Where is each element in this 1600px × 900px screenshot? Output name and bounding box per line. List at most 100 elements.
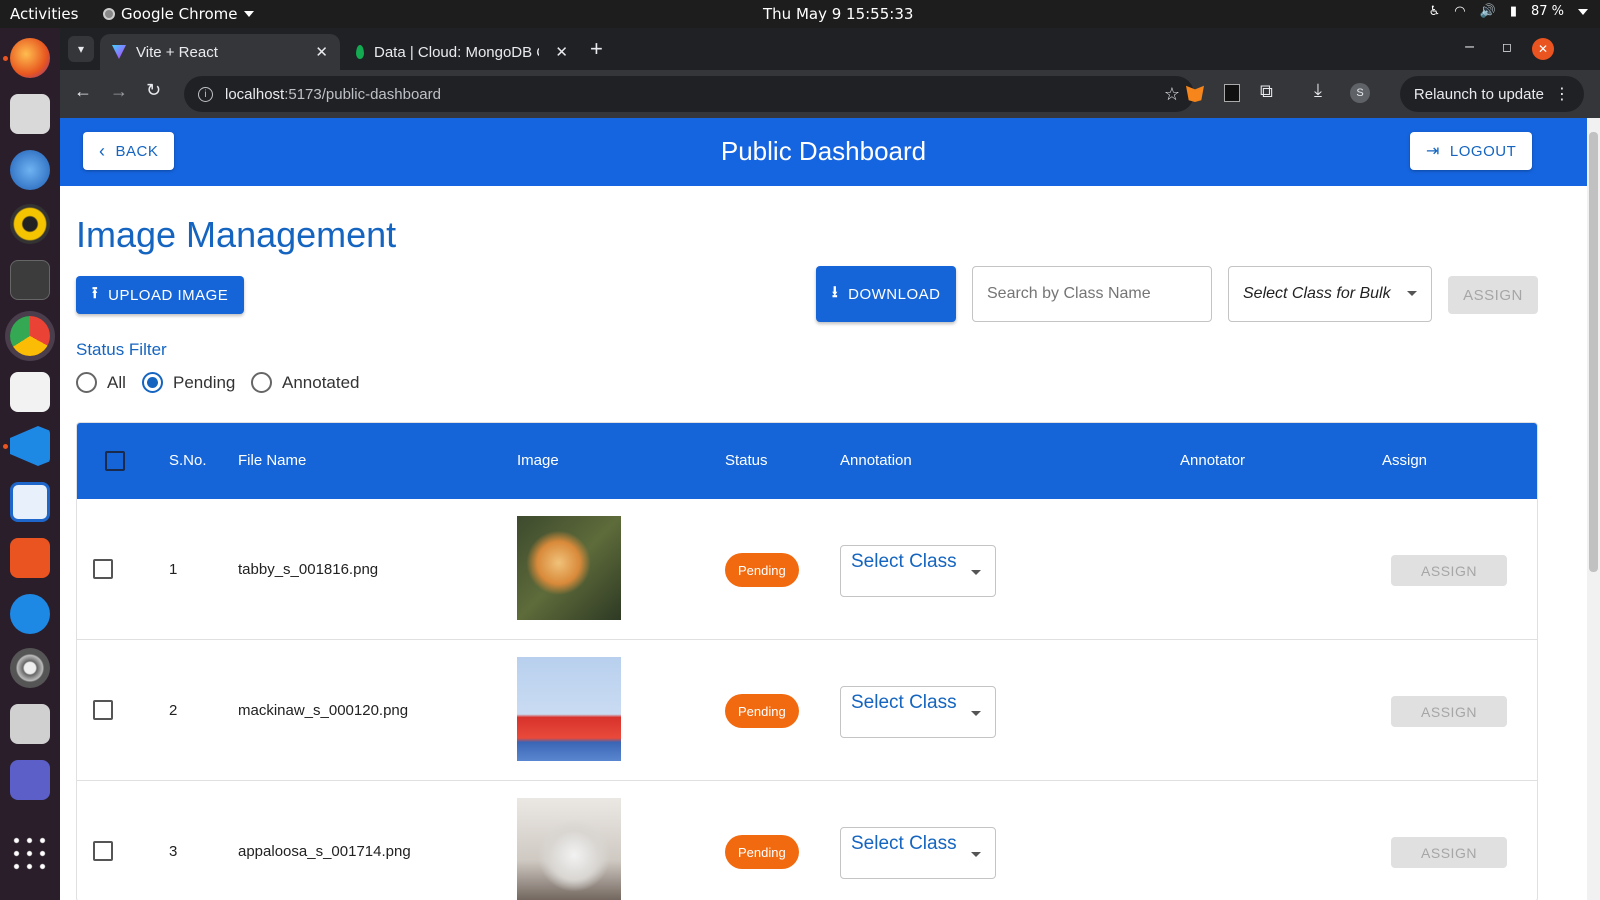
tab-mongodb[interactable]: Data | Cloud: MongoDB C ✕ bbox=[344, 34, 574, 70]
new-tab-button[interactable]: + bbox=[590, 36, 603, 62]
bookmark-star-icon[interactable]: ☆ bbox=[1164, 84, 1180, 105]
scrollbar-thumb[interactable] bbox=[1589, 132, 1598, 572]
logout-button[interactable]: ⇥ LOGOUT bbox=[1410, 132, 1533, 170]
accessibility-icon[interactable]: ♿ bbox=[1429, 4, 1441, 19]
page-viewport: ‹ BACK Public Dashboard ⇥ LOGOUT Image M… bbox=[60, 118, 1600, 900]
radio-pending[interactable]: Pending bbox=[142, 372, 235, 393]
caret-down-icon bbox=[971, 711, 981, 716]
table-row: 1 tabby_s_001816.png Pending Select Clas… bbox=[77, 499, 1537, 640]
thunderbird-icon[interactable] bbox=[10, 150, 50, 190]
row-assign-button[interactable]: ASSIGN bbox=[1391, 837, 1507, 868]
chrome-icon[interactable] bbox=[10, 316, 50, 356]
back-arrow-icon[interactable]: ← bbox=[74, 81, 92, 102]
select-all-checkbox[interactable] bbox=[105, 451, 125, 471]
search-class-input[interactable]: Search by Class Name bbox=[972, 266, 1212, 322]
close-window-button[interactable]: ✕ bbox=[1532, 38, 1554, 60]
terminal-icon[interactable] bbox=[10, 260, 50, 300]
assign-label: ASSIGN bbox=[1421, 562, 1477, 579]
writer-icon[interactable] bbox=[10, 482, 50, 522]
system-tray[interactable]: ♿ ◠ 🔊 ▮ 87 % bbox=[1429, 4, 1588, 19]
download-button[interactable]: ⭳ DOWNLOAD bbox=[816, 266, 957, 322]
text-editor-icon[interactable] bbox=[10, 372, 50, 412]
status-filter-label: Status Filter bbox=[76, 340, 167, 359]
wifi-icon[interactable]: ◠ bbox=[1454, 4, 1465, 19]
help-icon[interactable] bbox=[10, 594, 50, 634]
close-tab-icon[interactable]: ✕ bbox=[555, 43, 568, 61]
bulk-assign-label: ASSIGN bbox=[1463, 286, 1523, 304]
restore-button[interactable]: ◻ bbox=[1502, 40, 1512, 54]
files-icon[interactable] bbox=[10, 94, 50, 134]
radio-circle[interactable] bbox=[251, 372, 272, 393]
chrome-small-icon bbox=[103, 8, 115, 20]
tab-vite-react[interactable]: Vite + React ✕ bbox=[100, 34, 340, 70]
bulk-select-placeholder: Select Class for Bulk bbox=[1243, 285, 1391, 302]
page-scrollbar[interactable] bbox=[1587, 118, 1600, 900]
row-checkbox[interactable] bbox=[93, 841, 113, 861]
caret-down-icon bbox=[971, 852, 981, 857]
tab-label: Vite + React bbox=[136, 43, 218, 61]
forward-arrow-icon[interactable]: → bbox=[110, 81, 128, 102]
activities-button[interactable]: Activities bbox=[10, 5, 78, 23]
bulk-assign-button[interactable]: ASSIGN bbox=[1448, 276, 1538, 314]
app-center-icon[interactable] bbox=[10, 538, 50, 578]
upload-image-button[interactable]: ⭱ UPLOAD IMAGE bbox=[76, 276, 245, 314]
radio-circle[interactable] bbox=[142, 372, 163, 393]
thumbnail-horse-image bbox=[517, 798, 621, 900]
radio-label: Annotated bbox=[282, 372, 360, 392]
thumbnail-ship-image bbox=[517, 657, 621, 761]
radio-circle[interactable] bbox=[76, 372, 97, 393]
row-assign-button[interactable]: ASSIGN bbox=[1391, 696, 1507, 727]
firefox-icon[interactable] bbox=[10, 38, 50, 78]
annotation-select[interactable]: Select Class bbox=[840, 827, 996, 879]
vscode-icon[interactable] bbox=[10, 426, 50, 466]
show-apps-icon[interactable] bbox=[10, 834, 50, 874]
row-checkbox[interactable] bbox=[93, 700, 113, 720]
clock[interactable]: Thu May 9 15:55:33 bbox=[763, 5, 913, 23]
row-file-name: tabby_s_001816.png bbox=[238, 561, 379, 578]
annotation-select-label: Select Class bbox=[851, 833, 957, 854]
mongodb-favicon-icon bbox=[356, 45, 364, 59]
app-header: ‹ BACK Public Dashboard ⇥ LOGOUT bbox=[60, 118, 1587, 186]
profile-avatar[interactable]: S bbox=[1350, 83, 1370, 103]
extensions-puzzle-icon[interactable]: ⧉ bbox=[1260, 81, 1273, 102]
kebab-menu-icon[interactable]: ⋮ bbox=[1554, 84, 1570, 104]
teams-icon[interactable] bbox=[10, 760, 50, 800]
radio-all[interactable]: All bbox=[76, 372, 126, 393]
extension-icon[interactable] bbox=[1224, 84, 1240, 102]
radio-label: All bbox=[107, 372, 126, 392]
assign-label: ASSIGN bbox=[1421, 703, 1477, 720]
caret-down-icon bbox=[971, 570, 981, 575]
download-icon[interactable]: ⤓ bbox=[1314, 80, 1322, 101]
tab-search-button[interactable]: ▾ bbox=[68, 36, 94, 62]
battery-icon[interactable]: ▮ bbox=[1510, 4, 1517, 19]
screenshot-icon[interactable] bbox=[10, 704, 50, 744]
close-tab-icon[interactable]: ✕ bbox=[315, 43, 328, 61]
tab-strip: ▾ Vite + React ✕ Data | Cloud: MongoDB C… bbox=[60, 28, 1600, 70]
site-info-icon[interactable]: i bbox=[198, 86, 213, 102]
status-badge: Pending bbox=[725, 553, 799, 587]
rhythmbox-icon[interactable] bbox=[10, 204, 50, 244]
settings-icon[interactable] bbox=[10, 648, 50, 688]
radio-annotated[interactable]: Annotated bbox=[251, 372, 360, 393]
minimize-button[interactable]: – bbox=[1465, 38, 1474, 56]
column-header: Assign bbox=[1382, 452, 1428, 469]
row-checkbox[interactable] bbox=[93, 559, 113, 579]
reload-icon[interactable]: ↻ bbox=[146, 80, 161, 101]
row-sno: 2 bbox=[169, 702, 178, 719]
app-menu[interactable]: Google Chrome bbox=[103, 5, 254, 23]
status-badge: Pending bbox=[725, 694, 799, 728]
annotation-select[interactable]: Select Class bbox=[840, 545, 996, 597]
row-assign-button[interactable]: ASSIGN bbox=[1391, 555, 1507, 586]
row-sno: 3 bbox=[169, 843, 178, 860]
battery-percent: 87 % bbox=[1530, 4, 1564, 19]
upload-icon: ⭱ bbox=[92, 284, 99, 302]
relaunch-button[interactable]: Relaunch to update ⋮ bbox=[1399, 76, 1584, 112]
bulk-class-select[interactable]: Select Class for Bulk bbox=[1228, 266, 1432, 322]
address-bar[interactable]: i localhost:5173/public-dashboard ☆ bbox=[184, 76, 1194, 112]
volume-icon[interactable]: 🔊 bbox=[1480, 4, 1496, 19]
tray-chevron-icon[interactable] bbox=[1578, 8, 1588, 15]
page-title: Image Management bbox=[76, 214, 397, 255]
row-file-name: mackinaw_s_000120.png bbox=[238, 702, 409, 719]
table-header: S.No. File Name Image Status Annotation … bbox=[77, 423, 1537, 499]
annotation-select[interactable]: Select Class bbox=[840, 686, 996, 738]
